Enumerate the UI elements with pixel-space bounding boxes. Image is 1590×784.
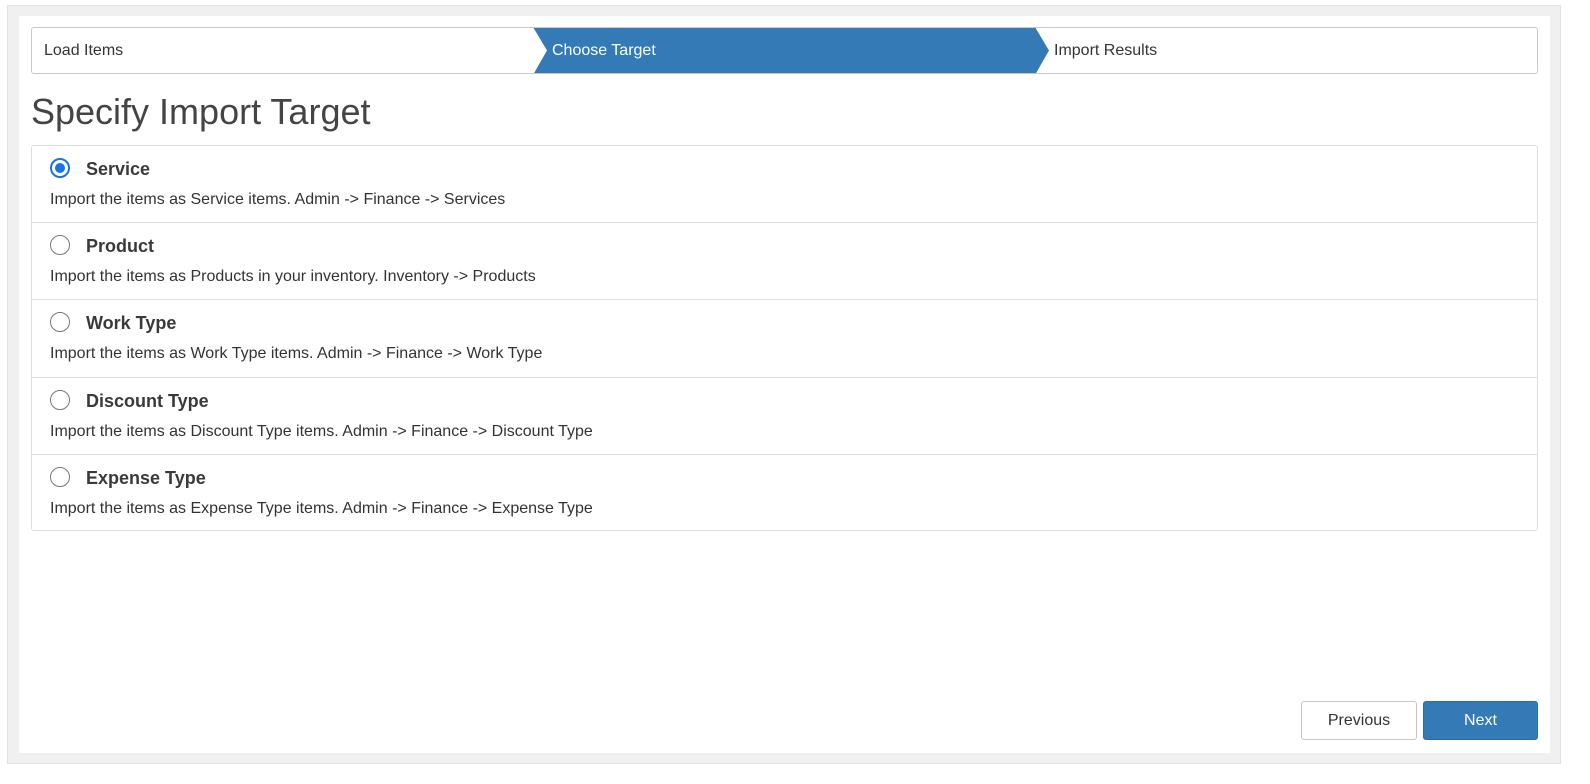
option-product[interactable]: Product Import the items as Products in … (32, 223, 1537, 300)
previous-button[interactable]: Previous (1301, 701, 1417, 740)
option-title: Product (86, 236, 155, 256)
option-title: Discount Type (86, 391, 209, 411)
option-title: Expense Type (86, 468, 206, 488)
option-description: Import the items as Discount Type items.… (50, 423, 593, 440)
product-radio[interactable] (50, 235, 70, 255)
next-button[interactable]: Next (1423, 701, 1538, 740)
import-target-options: Service Import the items as Service item… (31, 145, 1538, 531)
step-label: Choose Target (552, 42, 656, 59)
option-work-type[interactable]: Work Type Import the items as Work Type … (32, 300, 1537, 378)
step-label: Load Items (44, 42, 124, 59)
step-load-items[interactable]: Load Items (32, 28, 533, 73)
wizard-steps: Load Items Choose Target Import Results (31, 27, 1538, 74)
option-description: Import the items as Products in your inv… (50, 268, 536, 285)
work-type-radio[interactable] (50, 312, 70, 332)
option-expense-type[interactable]: Expense Type Import the items as Expense… (32, 455, 1537, 530)
step-choose-target[interactable]: Choose Target (533, 28, 1035, 73)
option-description: Import the items as Work Type items. Adm… (50, 345, 543, 362)
option-discount-type[interactable]: Discount Type Import the items as Discou… (32, 378, 1537, 455)
option-service[interactable]: Service Import the items as Service item… (32, 146, 1537, 223)
discount-type-radio[interactable] (50, 390, 70, 410)
page-title: Specify Import Target (31, 91, 371, 132)
step-import-results[interactable]: Import Results (1035, 28, 1537, 73)
option-title: Work Type (86, 313, 177, 333)
service-radio[interactable] (50, 158, 70, 178)
option-description: Import the items as Service items. Admin… (50, 191, 506, 208)
step-label: Import Results (1054, 42, 1158, 59)
expense-type-radio[interactable] (50, 467, 70, 487)
option-title: Service (86, 159, 151, 179)
option-description: Import the items as Expense Type items. … (50, 500, 593, 517)
